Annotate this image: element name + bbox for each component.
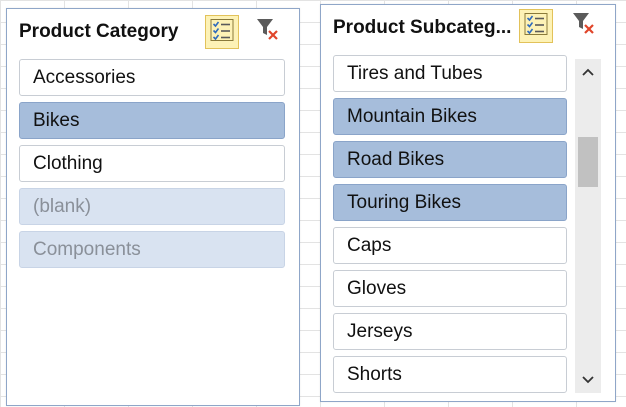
multi-select-icon (524, 12, 548, 41)
slicer-title: Product Subcateg... (333, 17, 512, 38)
product-subcategory-slicer: Product Subcateg... Tires and Tubes Moun… (320, 4, 616, 402)
slicer-header: Product Category (7, 9, 299, 55)
slicer-item-shorts[interactable]: Shorts (333, 356, 567, 393)
slicer-item-bikes[interactable]: Bikes (19, 102, 285, 139)
chevron-down-icon (582, 371, 594, 389)
clear-filter-button[interactable] (567, 9, 601, 43)
vertical-scrollbar[interactable] (575, 59, 601, 393)
slicer-item-jerseys[interactable]: Jerseys (333, 313, 567, 350)
slicer-item-tires-and-tubes[interactable]: Tires and Tubes (333, 55, 567, 92)
multi-select-button[interactable] (519, 9, 553, 43)
clear-filter-icon (571, 11, 597, 42)
multi-select-icon (210, 18, 234, 47)
scrollbar-thumb[interactable] (578, 137, 598, 187)
slicer-header: Product Subcateg... (321, 5, 615, 51)
slicer-item-accessories[interactable]: Accessories (19, 59, 285, 96)
slicer-title: Product Category (19, 21, 179, 42)
slicer-item-caps[interactable]: Caps (333, 227, 567, 264)
scroll-down-button[interactable] (575, 369, 601, 391)
scroll-up-button[interactable] (575, 61, 601, 83)
chevron-up-icon (582, 63, 594, 81)
slicer-item-components[interactable]: Components (19, 231, 285, 268)
slicer-item-touring-bikes[interactable]: Touring Bikes (333, 184, 567, 221)
slicer-item-gloves[interactable]: Gloves (333, 270, 567, 307)
multi-select-button[interactable] (205, 15, 239, 49)
slicer-item-mountain-bikes[interactable]: Mountain Bikes (333, 98, 567, 135)
slicer-item-clothing[interactable]: Clothing (19, 145, 285, 182)
slicer-item-road-bikes[interactable]: Road Bikes (333, 141, 567, 178)
product-category-slicer: Product Category Accessories Bikes Cloth… (6, 8, 300, 406)
clear-filter-icon (255, 17, 281, 48)
clear-filter-button[interactable] (251, 15, 285, 49)
slicer-item-blank[interactable]: (blank) (19, 188, 285, 225)
